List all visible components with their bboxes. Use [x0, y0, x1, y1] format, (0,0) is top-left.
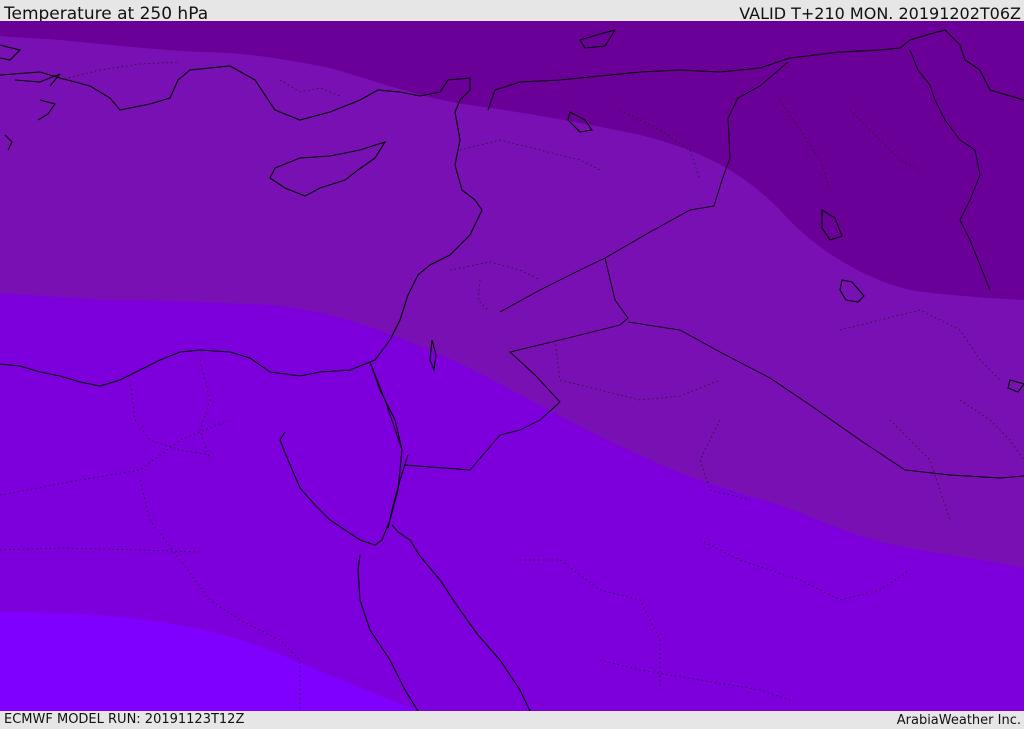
- temperature-map: [0, 21, 1024, 711]
- model-run-label: ECMWF MODEL RUN: 20191123T12Z: [4, 712, 245, 727]
- credit-label: ArabiaWeather Inc.: [896, 713, 1021, 728]
